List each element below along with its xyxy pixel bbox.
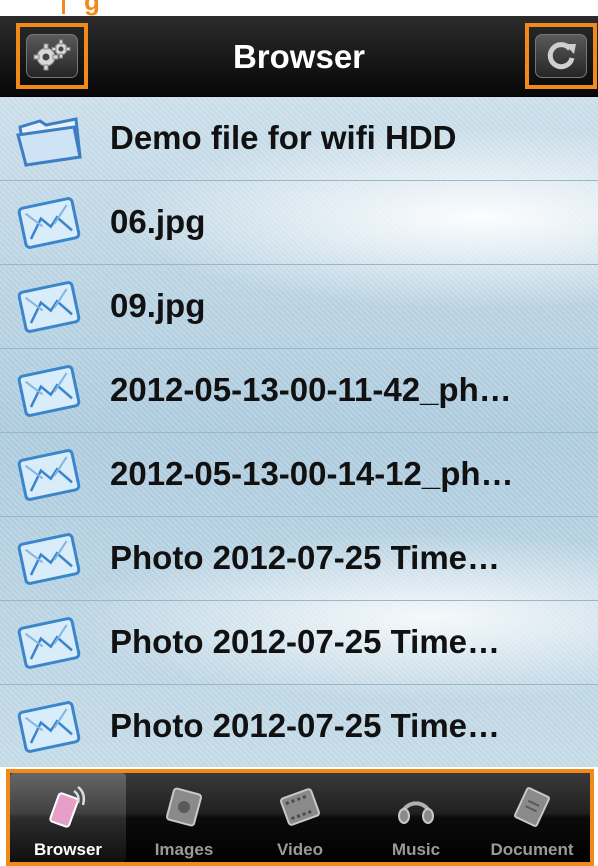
tab-document[interactable]: Document <box>474 773 590 862</box>
folder-icon <box>16 117 82 167</box>
file-name: Photo 2012-07-25 Time… <box>110 539 501 576</box>
image-file-icon <box>17 281 81 333</box>
tab-label: Video <box>277 840 323 859</box>
tab-label: Images <box>154 840 214 859</box>
tab-bar: Browser Images Video Music Document <box>6 769 594 866</box>
image-file-icon <box>17 701 81 753</box>
page-title: Browser <box>232 38 366 75</box>
list-item[interactable]: 09.jpg <box>0 265 598 349</box>
tab-browser[interactable]: Browser <box>10 773 126 862</box>
tab-music[interactable]: Music <box>358 773 474 862</box>
tab-label: Music <box>391 840 441 859</box>
annotation-label: g <box>84 0 100 16</box>
list-item[interactable]: 2012-05-13-00-14-12_ph… <box>0 433 598 517</box>
list-item[interactable]: Photo 2012-07-25 Time… <box>0 685 598 767</box>
refresh-button[interactable] <box>525 23 597 89</box>
navigation-bar: Browser <box>0 16 598 97</box>
image-file-icon <box>17 617 81 669</box>
file-name: Photo 2012-07-25 Time… <box>110 623 501 660</box>
tab-video[interactable]: Video <box>242 773 358 862</box>
music-tab-icon <box>398 801 434 824</box>
list-item[interactable]: Photo 2012-07-25 Time… <box>0 601 598 685</box>
list-item[interactable]: Demo file for wifi HDD <box>0 97 598 181</box>
tab-label: Browser <box>33 840 103 859</box>
refresh-button-face[interactable] <box>535 34 587 78</box>
list-item[interactable]: 06.jpg <box>0 181 598 265</box>
list-item[interactable]: Photo 2012-07-25 Time… <box>0 517 598 601</box>
file-name: Photo 2012-07-25 Time… <box>110 707 501 744</box>
list-item[interactable]: 2012-05-13-00-11-42_ph… <box>0 349 598 433</box>
file-name: Demo file for wifi HDD <box>110 119 457 156</box>
browser-tab-icon <box>49 786 86 828</box>
document-tab-icon <box>514 787 550 827</box>
file-name: 2012-05-13-00-14-12_ph… <box>110 455 514 492</box>
image-file-icon <box>17 533 81 585</box>
annotation-leader-line <box>62 0 65 14</box>
file-name: 09.jpg <box>110 287 206 324</box>
image-file-icon <box>17 365 81 417</box>
video-tab-icon <box>280 788 320 826</box>
image-file-icon <box>17 197 81 249</box>
refresh-icon <box>547 42 576 70</box>
annotation-callout: g <box>0 0 598 16</box>
tab-images[interactable]: Images <box>126 773 242 862</box>
tab-label: Document <box>490 840 574 859</box>
file-name: 06.jpg <box>110 203 206 240</box>
file-name: 2012-05-13-00-11-42_ph… <box>110 371 512 408</box>
images-tab-icon <box>166 787 202 827</box>
file-list[interactable]: Demo file for wifi HDD 06.jpg 09.jpg 201… <box>0 97 598 767</box>
image-file-icon <box>17 449 81 501</box>
